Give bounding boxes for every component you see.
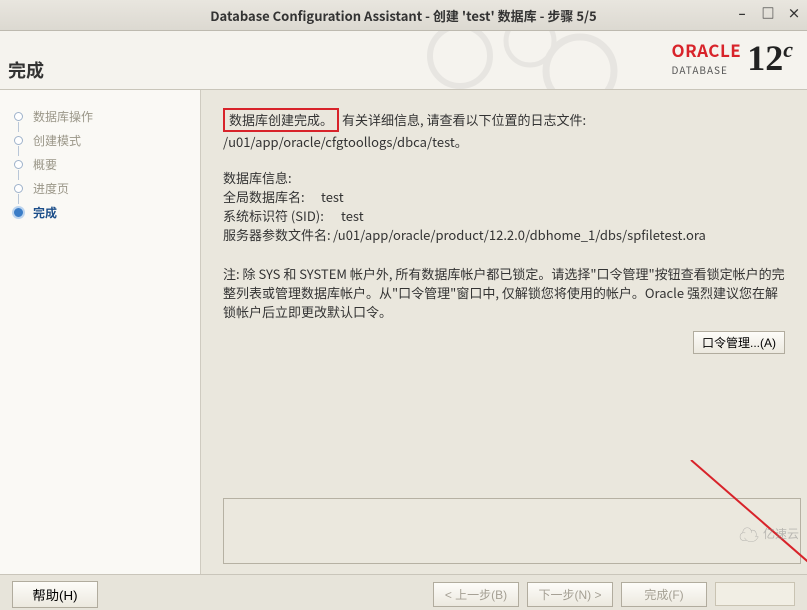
watermark-text: 亿速云	[763, 525, 799, 542]
brand-name: ORACLE	[672, 37, 742, 62]
row-spfile: 服务器参数文件名: /u01/app/oracle/product/12.2.0…	[223, 225, 783, 244]
brand-logo: ORACLE DATABASE 12c	[672, 37, 793, 77]
completion-message: 数据库创建完成。 有关详细信息, 请查看以下位置的日志文件: /u01/app/…	[223, 108, 787, 152]
watermark: ☁ 亿速云	[739, 519, 799, 548]
window-controls: – □ ×	[735, 6, 801, 20]
sidebar-step-progress: 进度页	[0, 176, 200, 200]
finish-button[interactable]: 完成(F)	[621, 582, 707, 607]
title-bar: Database Configuration Assistant - 创建 't…	[0, 0, 807, 31]
sidebar-step-create-mode: 创建模式	[0, 128, 200, 152]
body: 数据库操作 创建模式 概要 进度页 完成 数据库创建完成。 有关详细信息, 请查…	[0, 90, 807, 574]
sidebar-step-finish: 完成	[0, 200, 200, 224]
label-sid: 系统标识符 (SID):	[223, 206, 341, 225]
value-sid: test	[341, 206, 364, 225]
back-button[interactable]: < 上一步(B)	[433, 582, 519, 607]
close-window-button[interactable]: ×	[787, 6, 801, 20]
next-button[interactable]: 下一步(N) >	[527, 582, 613, 607]
password-management-button[interactable]: 口令管理...(A)	[693, 331, 785, 354]
sidebar-step-db-operation: 数据库操作	[0, 104, 200, 128]
gear-decoration-icon	[420, 31, 640, 90]
label-global-name: 全局数据库名:	[223, 187, 321, 206]
minimize-button[interactable]: –	[735, 6, 749, 20]
value-spfile: /u01/app/oracle/product/12.2.0/dbhome_1/…	[333, 225, 706, 244]
row-sid: 系统标识符 (SID): test	[223, 206, 787, 225]
log-path: /u01/app/oracle/cfgtoollogs/dbca/test。	[223, 132, 468, 151]
brand-version: 12c	[747, 39, 793, 76]
page-title: 完成	[8, 57, 44, 83]
main-content: 数据库创建完成。 有关详细信息, 请查看以下位置的日志文件: /u01/app/…	[201, 90, 807, 574]
wizard-sidebar: 数据库操作 创建模式 概要 进度页 完成	[0, 90, 201, 574]
header: 完成 ORACLE DATABASE 12c	[0, 31, 807, 90]
close-button[interactable]	[715, 582, 795, 606]
help-button[interactable]: 帮助(H)	[12, 581, 98, 608]
completion-highlight: 数据库创建完成。	[223, 108, 339, 132]
detail-prompt: 有关详细信息, 请查看以下位置的日志文件:	[342, 110, 586, 129]
maximize-button[interactable]: □	[761, 6, 775, 20]
db-info-block: 数据库信息: 全局数据库名: test 系统标识符 (SID): test 服务…	[223, 168, 787, 244]
password-button-row: 口令管理...(A)	[223, 331, 785, 354]
cloud-icon: ☁	[739, 519, 759, 548]
sidebar-step-summary: 概要	[0, 152, 200, 176]
row-global-name: 全局数据库名: test	[223, 187, 787, 206]
footer: 帮助(H) < 上一步(B) 下一步(N) > 完成(F)	[0, 574, 807, 610]
label-spfile: 服务器参数文件名:	[223, 225, 333, 244]
brand-subtitle: DATABASE	[672, 62, 728, 77]
value-global-name: test	[321, 187, 344, 206]
account-lock-note: 注: 除 SYS 和 SYSTEM 帐户外, 所有数据库帐户都已锁定。请选择"口…	[223, 264, 785, 321]
db-info-title: 数据库信息:	[223, 168, 787, 187]
output-box	[223, 498, 801, 564]
window-title: Database Configuration Assistant - 创建 't…	[0, 6, 807, 25]
